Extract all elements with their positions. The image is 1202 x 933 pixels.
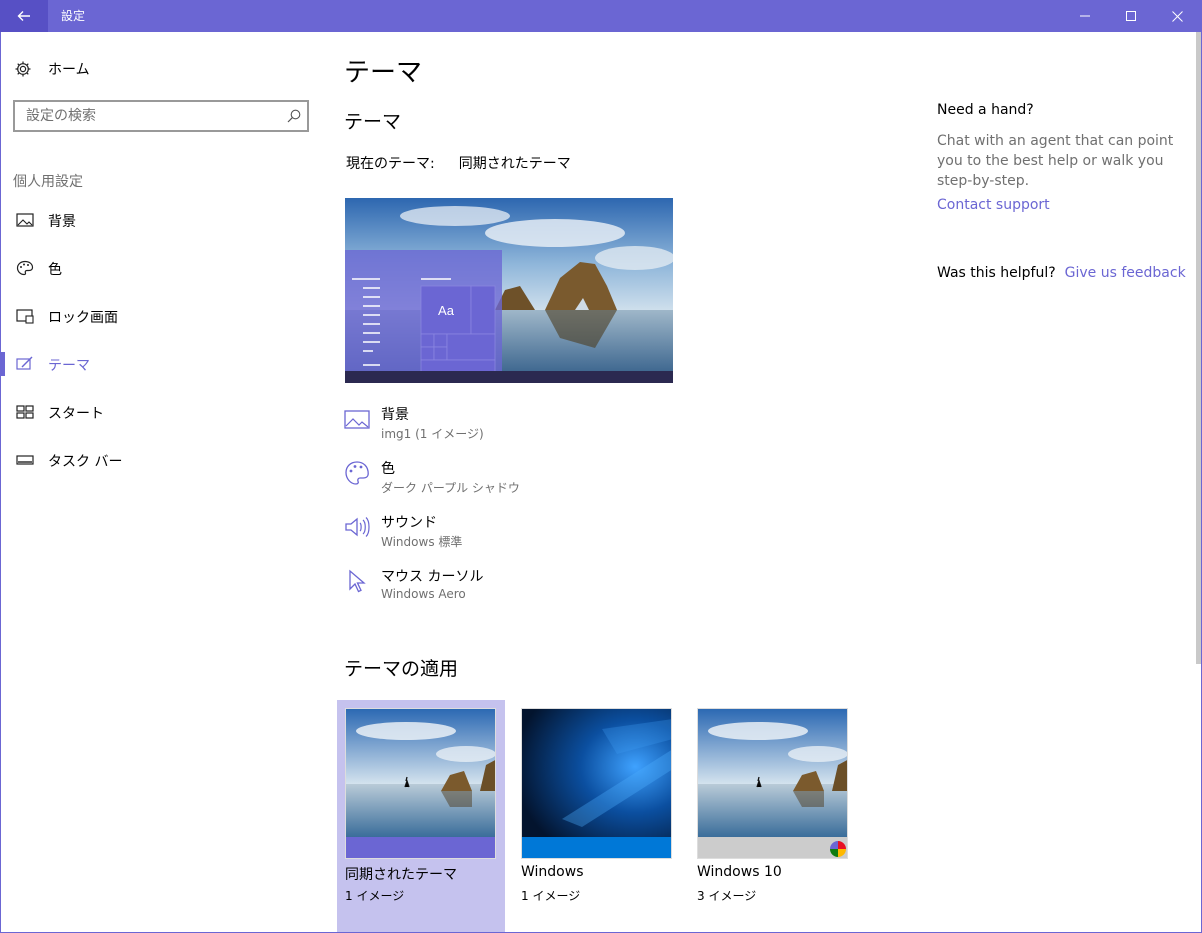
gear-icon: [15, 61, 31, 77]
property-value: ダーク パープル シャドウ: [381, 481, 520, 495]
theme-preview: Aa: [345, 198, 673, 383]
sidebar-item-color[interactable]: 色: [0, 248, 320, 288]
picture-icon: [16, 213, 34, 227]
sidebar-item-label: スタート: [48, 406, 104, 422]
current-theme-value: 同期されたテーマ: [458, 156, 571, 172]
property-color[interactable]: 色 ダーク パープル シャドウ: [344, 458, 644, 502]
sidebar-item-label: 色: [48, 262, 62, 278]
back-arrow-icon: [17, 11, 30, 21]
property-name: 背景: [381, 407, 409, 423]
home-label: ホーム: [48, 62, 90, 78]
help-title: Need a hand?: [937, 102, 1034, 118]
preview-sample-text: Aa: [438, 303, 455, 318]
theme-card-windows-10[interactable]: Windows 10 3 イメージ: [689, 700, 857, 933]
close-icon: [1171, 10, 1183, 22]
sidebar-item-background[interactable]: 背景: [0, 200, 320, 240]
active-indicator: [0, 352, 5, 376]
sidebar-item-label: テーマ: [48, 358, 90, 374]
speaker-icon: [345, 517, 370, 537]
section-label: 個人用設定: [13, 174, 83, 190]
property-background[interactable]: 背景 img1 (1 イメージ): [344, 404, 644, 448]
apply-theme-title: テーマの適用: [344, 658, 459, 680]
palette-icon: [16, 260, 34, 276]
lock-screen-icon: [16, 309, 34, 324]
theme-preview-image: Aa: [345, 198, 673, 383]
property-value: Windows Aero: [381, 587, 466, 601]
search-icon[interactable]: [287, 109, 301, 123]
sidebar-item-themes[interactable]: テーマ: [0, 344, 320, 384]
give-feedback-link[interactable]: Give us feedback: [1065, 265, 1186, 281]
property-name: サウンド: [381, 515, 437, 531]
theme-count: 1 イメージ: [345, 889, 405, 903]
back-button[interactable]: [0, 0, 48, 32]
multicolor-icon: [830, 841, 846, 857]
sidebar-item-label: ロック画面: [48, 310, 118, 326]
title-bar: 設定: [0, 0, 1202, 32]
feedback-row: Was this helpful? Give us feedback: [937, 265, 1186, 281]
theme-thumbnail: [521, 708, 672, 859]
sidebar-item-label: タスク バー: [48, 454, 123, 470]
palette-icon: [345, 461, 369, 485]
search-input[interactable]: [15, 102, 275, 130]
maximize-button[interactable]: [1108, 0, 1154, 32]
property-value: Windows 標準: [381, 535, 463, 549]
theme-brush-icon: [16, 356, 33, 370]
maximize-icon: [1126, 11, 1136, 21]
property-name: マウス カーソル: [381, 569, 484, 585]
property-sound[interactable]: サウンド Windows 標準: [344, 512, 644, 556]
theme-name: 同期されたテーマ: [345, 867, 457, 883]
help-text: Chat with an agent that can point you to…: [937, 133, 1174, 189]
property-value: img1 (1 イメージ): [381, 427, 484, 441]
search-box[interactable]: [13, 100, 309, 132]
section-title: テーマ: [344, 111, 402, 133]
sidebar-item-taskbar[interactable]: タスク バー: [0, 440, 320, 480]
contact-support-link[interactable]: Contact support: [937, 197, 1050, 213]
cursor-icon: [349, 569, 366, 593]
helpful-question: Was this helpful?: [937, 265, 1056, 281]
theme-thumbnail: [345, 708, 496, 859]
current-theme: 現在のテーマ: 同期されたテーマ: [346, 153, 571, 173]
minimize-button[interactable]: [1062, 0, 1108, 32]
picture-icon: [344, 410, 370, 429]
start-icon: [16, 405, 34, 419]
taskbar-icon: [16, 455, 34, 465]
window-title: 設定: [61, 9, 86, 23]
close-button[interactable]: [1154, 0, 1200, 32]
theme-count: 1 イメージ: [521, 889, 581, 903]
theme-card-synced[interactable]: 同期されたテーマ 1 イメージ: [337, 700, 505, 933]
minimize-icon: [1080, 15, 1090, 17]
theme-count: 3 イメージ: [697, 889, 757, 903]
theme-name: Windows 10: [697, 864, 782, 880]
scrollbar[interactable]: [1196, 32, 1201, 664]
theme-thumbnail: [697, 708, 848, 859]
page-title: テーマ: [344, 58, 423, 88]
property-name: 色: [381, 461, 395, 477]
home-link[interactable]: ホーム: [14, 58, 90, 80]
theme-card-windows[interactable]: Windows 1 イメージ: [513, 700, 681, 933]
current-theme-label: 現在のテーマ:: [346, 156, 435, 172]
sidebar-item-label: 背景: [48, 214, 76, 230]
property-mouse-cursor[interactable]: マウス カーソル Windows Aero: [344, 566, 644, 610]
sidebar-item-start[interactable]: スタート: [0, 392, 320, 432]
theme-name: Windows: [521, 864, 584, 880]
sidebar-item-lock-screen[interactable]: ロック画面: [0, 296, 320, 336]
